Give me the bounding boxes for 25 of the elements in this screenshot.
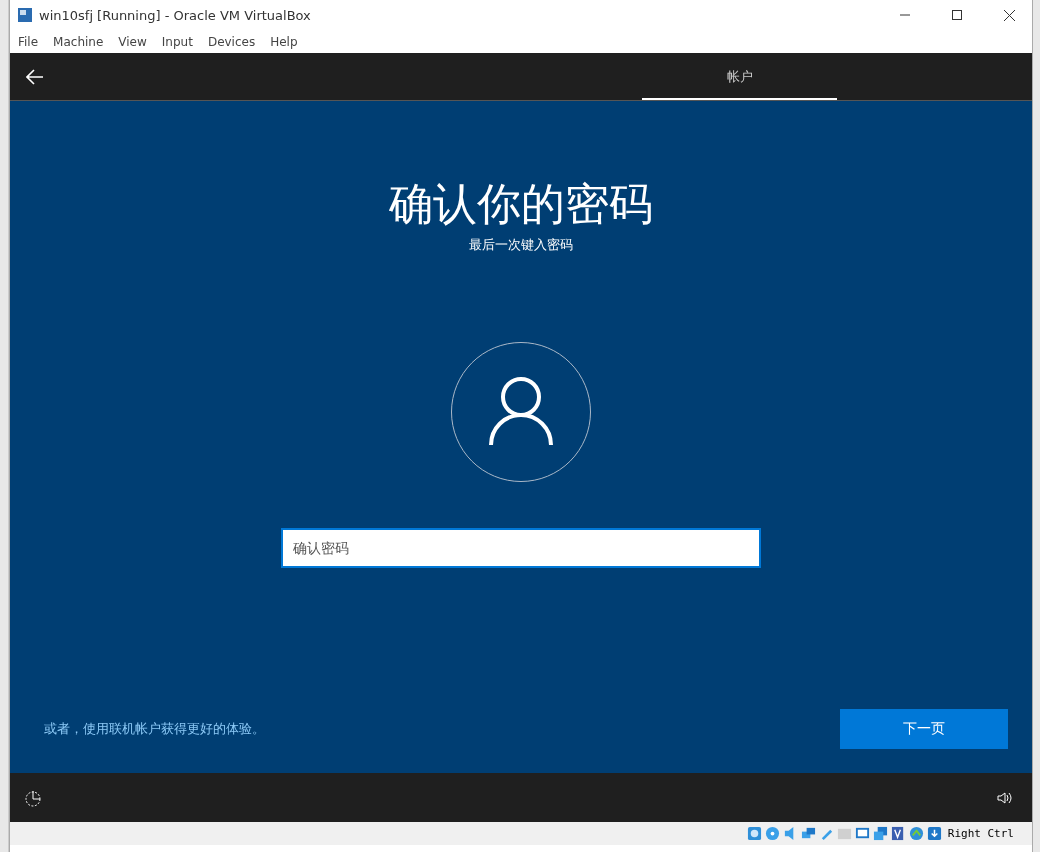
page-subheading: 最后一次键入密码 bbox=[469, 236, 573, 254]
back-arrow-icon bbox=[26, 68, 44, 85]
display-icon[interactable] bbox=[854, 826, 870, 841]
menu-item[interactable]: Input bbox=[161, 34, 200, 49]
app-icon bbox=[17, 7, 33, 23]
menu-item[interactable]: Machine bbox=[53, 34, 111, 49]
host-key-label: Right Ctrl bbox=[947, 827, 1014, 840]
menu-item[interactable]: View bbox=[118, 34, 154, 49]
close-icon bbox=[1003, 9, 1015, 21]
globe-icon[interactable] bbox=[908, 826, 924, 841]
screens-icon[interactable] bbox=[872, 826, 888, 841]
header-tab[interactable]: 帐户 bbox=[642, 53, 837, 100]
maximize-icon bbox=[952, 10, 962, 20]
menu-item[interactable]: Devices bbox=[207, 34, 263, 49]
next-button[interactable]: 下一页 bbox=[840, 709, 1008, 749]
page-heading: 确认你的密码 bbox=[389, 177, 653, 231]
window-title: win10sfj [Running] - Oracle VM VirtualBox bbox=[39, 7, 312, 23]
password-field[interactable]: 确认密码 bbox=[281, 528, 761, 568]
user-icon bbox=[488, 377, 554, 447]
online-account-link[interactable]: 或者，使用联机帐户获得更好的体验。 bbox=[44, 720, 265, 738]
v-icon[interactable] bbox=[890, 826, 906, 841]
optical-disc-icon[interactable] bbox=[764, 826, 780, 841]
network-icon[interactable] bbox=[800, 826, 816, 841]
menu-item[interactable]: File bbox=[18, 34, 46, 49]
menu-item[interactable]: Help bbox=[270, 34, 305, 49]
